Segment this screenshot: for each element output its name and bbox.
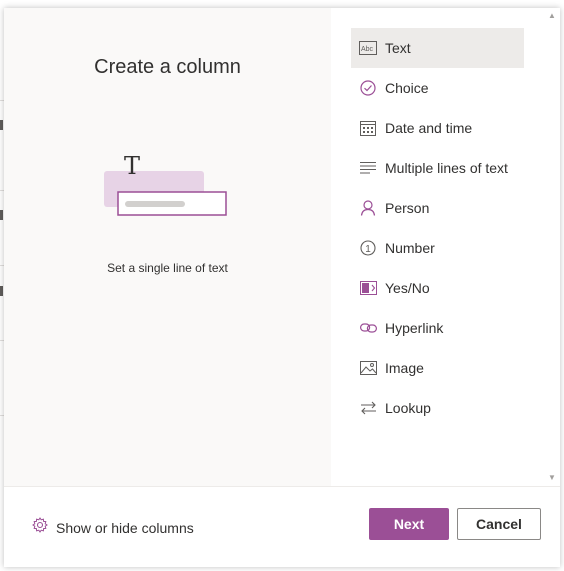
person-icon xyxy=(359,199,377,217)
background-text-fragment xyxy=(0,120,3,130)
column-type-date-time[interactable]: Date and time xyxy=(351,108,524,148)
text-field-icon: Abc xyxy=(359,39,377,57)
column-type-label: Image xyxy=(385,360,424,376)
column-type-label: Choice xyxy=(385,80,429,96)
svg-text:Abc: Abc xyxy=(361,46,374,53)
svg-text:T: T xyxy=(124,152,140,180)
gear-icon xyxy=(32,517,48,538)
column-type-text[interactable]: Abc Text xyxy=(351,28,524,68)
calendar-icon xyxy=(359,119,377,137)
column-type-choice[interactable]: Choice xyxy=(351,68,524,108)
svg-text:1: 1 xyxy=(365,244,371,255)
column-type-list: Abc Text Choice Date and time Multiple l… xyxy=(351,28,524,428)
background-text-fragment xyxy=(0,210,3,220)
column-type-number[interactable]: 1 Number xyxy=(351,228,524,268)
column-type-label: Number xyxy=(385,240,435,256)
dialog-title: Create a column xyxy=(94,56,241,78)
image-icon xyxy=(359,359,377,377)
column-type-label: Hyperlink xyxy=(385,320,444,336)
column-type-label: Lookup xyxy=(385,400,431,416)
cancel-button[interactable]: Cancel xyxy=(457,508,541,540)
preview-pane: Create a column T Set a single line of t… xyxy=(4,8,331,486)
multiline-text-icon xyxy=(359,159,377,177)
yes-no-icon xyxy=(359,279,377,297)
dialog-footer: Show or hide columns Next Cancel xyxy=(4,486,560,567)
choice-check-icon xyxy=(359,79,377,97)
show-hide-columns-link[interactable]: Show or hide columns xyxy=(32,517,194,538)
link-icon xyxy=(359,319,377,337)
column-type-pane: ▲ Abc Text Choice Date and time Multiple… xyxy=(331,8,560,486)
column-type-label: Multiple lines of text xyxy=(385,160,508,176)
lookup-icon xyxy=(359,399,377,417)
column-type-label: Date and time xyxy=(385,120,473,136)
column-type-description: Set a single line of text xyxy=(107,261,228,275)
column-type-label: Yes/No xyxy=(385,280,430,296)
next-button[interactable]: Next xyxy=(369,508,449,540)
scroll-down-arrow[interactable]: ▼ xyxy=(548,474,556,482)
text-column-illustration: T xyxy=(104,152,227,216)
column-type-lookup[interactable]: Lookup xyxy=(351,388,524,428)
show-hide-columns-label: Show or hide columns xyxy=(56,519,194,536)
column-type-multiple-lines[interactable]: Multiple lines of text xyxy=(351,148,524,188)
column-type-image[interactable]: Image xyxy=(351,348,524,388)
column-type-yes-no[interactable]: Yes/No xyxy=(351,268,524,308)
number-icon: 1 xyxy=(359,239,377,257)
column-type-label: Person xyxy=(385,200,430,216)
column-type-hyperlink[interactable]: Hyperlink xyxy=(351,308,524,348)
create-column-dialog: Create a column T Set a single line of t… xyxy=(4,8,560,567)
scroll-up-arrow[interactable]: ▲ xyxy=(548,12,556,20)
column-type-label: Text xyxy=(385,40,411,56)
background-text-fragment xyxy=(0,286,3,296)
column-type-person[interactable]: Person xyxy=(351,188,524,228)
